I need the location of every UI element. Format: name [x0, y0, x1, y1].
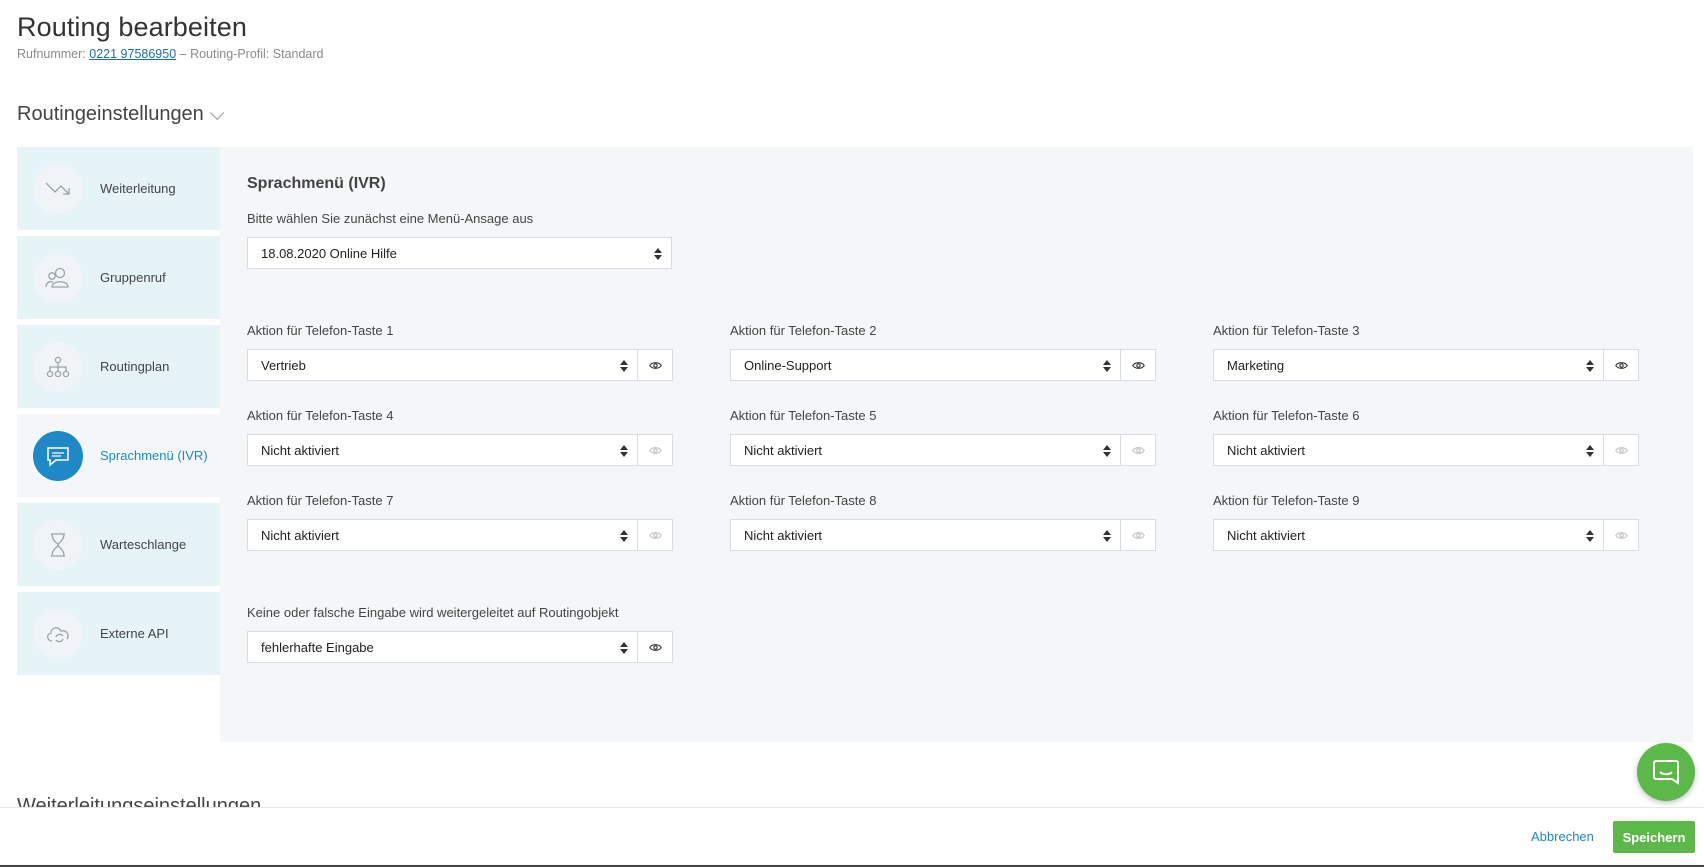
- sidebar-item-label: Externe API: [100, 626, 169, 641]
- announcement-select[interactable]: 18.08.2020 Online Hilfe: [247, 237, 672, 269]
- announcement-label: Bitte wählen Sie zunächst eine Menü-Ansa…: [247, 211, 534, 226]
- key-4-preview-button: [638, 434, 673, 466]
- page-title: Routing bearbeiten: [17, 12, 247, 42]
- routing-profile-text: – Routing-Profil: Standard: [179, 47, 324, 61]
- eye-icon: [648, 361, 662, 369]
- speech-bubble-icon: [33, 430, 83, 481]
- key-1-label: Aktion für Telefon-Taste 1: [247, 323, 394, 338]
- select-value: Nicht aktiviert: [261, 527, 340, 543]
- select-value: Vertrieb: [261, 357, 306, 373]
- eye-icon: [1614, 446, 1628, 454]
- action-footer: [0, 807, 1704, 867]
- page-subtitle: Rufnummer: 0221 97586950 – Routing-Profi…: [17, 47, 324, 61]
- key-7-preview-button: [638, 519, 673, 551]
- select-value: Nicht aktiviert: [1227, 527, 1306, 543]
- panel-title: Sprachmenü (IVR): [247, 175, 386, 192]
- sort-arrows-icon: [1103, 444, 1111, 458]
- hierarchy-icon: [33, 341, 83, 392]
- sidebar-item-gruppenruf[interactable]: Gruppenruf: [17, 236, 220, 319]
- select-value: Nicht aktiviert: [744, 527, 823, 543]
- key-8-select[interactable]: Nicht aktiviert: [730, 519, 1121, 551]
- sidebar-item-sprachmenue-ivr[interactable]: Sprachmenü (IVR): [17, 414, 220, 497]
- cloud-sync-icon: [33, 608, 83, 659]
- key-2-preview-button[interactable]: [1121, 349, 1156, 381]
- sort-arrows-icon: [620, 529, 628, 543]
- sidebar-item-label: Sprachmenü (IVR): [100, 448, 208, 463]
- save-button[interactable]: Speichern: [1613, 821, 1695, 853]
- select-value: Marketing: [1227, 357, 1285, 373]
- select-value: Nicht aktiviert: [744, 442, 823, 458]
- key-4-select[interactable]: Nicht aktiviert: [247, 434, 638, 466]
- hourglass-icon: [33, 519, 83, 570]
- phone-number-link[interactable]: 0221 97586950: [89, 47, 176, 61]
- ivr-settings-panel: Sprachmenü (IVR) Bitte wählen Sie zunäch…: [220, 147, 1693, 742]
- select-value: Nicht aktiviert: [261, 442, 340, 458]
- sort-arrows-icon: [1586, 359, 1594, 373]
- key-2-label: Aktion für Telefon-Taste 2: [730, 323, 877, 338]
- sort-arrows-icon: [654, 247, 662, 261]
- eye-icon: [648, 446, 662, 454]
- sidebar-item-label: Warteschlange: [100, 537, 187, 552]
- routing-type-sidebar: Weiterleitung Gruppenruf Routingplan Spr…: [17, 147, 220, 681]
- key-6-label: Aktion für Telefon-Taste 6: [1213, 408, 1360, 423]
- sidebar-item-routingplan[interactable]: Routingplan: [17, 325, 220, 408]
- forward-arrow-icon: [33, 163, 83, 214]
- sidebar-item-label: Routingplan: [100, 359, 170, 374]
- fallback-label: Keine oder falsche Eingabe wird weiterge…: [247, 605, 619, 620]
- key-7-select[interactable]: Nicht aktiviert: [247, 519, 638, 551]
- key-9-preview-button: [1604, 519, 1639, 551]
- eye-icon: [1614, 361, 1628, 369]
- key-5-label: Aktion für Telefon-Taste 5: [730, 408, 877, 423]
- chevron-down-icon: [209, 105, 225, 120]
- cancel-button[interactable]: Abbrechen: [1531, 829, 1594, 844]
- sort-arrows-icon: [620, 641, 628, 655]
- eye-icon: [1614, 531, 1628, 539]
- key-5-select[interactable]: Nicht aktiviert: [730, 434, 1121, 466]
- sidebar-item-weiterleitung[interactable]: Weiterleitung: [17, 147, 220, 230]
- fallback-select[interactable]: fehlerhafte Eingabe: [247, 631, 638, 663]
- select-value: fehlerhafte Eingabe: [261, 639, 374, 655]
- sort-arrows-icon: [1103, 359, 1111, 373]
- section-toggle-routing-settings[interactable]: Routingeinstellungen: [17, 103, 225, 126]
- section-title: Routingeinstellungen: [17, 103, 204, 125]
- key-6-preview-button: [1604, 434, 1639, 466]
- sidebar-item-label: Gruppenruf: [100, 270, 166, 285]
- key-2-select[interactable]: Online-Support: [730, 349, 1121, 381]
- phone-label: Rufnummer:: [17, 47, 86, 61]
- chat-icon: [1653, 760, 1679, 785]
- key-3-select[interactable]: Marketing: [1213, 349, 1604, 381]
- sort-arrows-icon: [620, 444, 628, 458]
- sort-arrows-icon: [1586, 444, 1594, 458]
- eye-icon: [648, 643, 662, 651]
- key-4-label: Aktion für Telefon-Taste 4: [247, 408, 394, 423]
- eye-icon: [1131, 531, 1145, 539]
- select-value: Nicht aktiviert: [1227, 442, 1306, 458]
- key-1-preview-button[interactable]: [638, 349, 673, 381]
- key-3-preview-button[interactable]: [1604, 349, 1639, 381]
- key-1-select[interactable]: Vertrieb: [247, 349, 638, 381]
- key-9-label: Aktion für Telefon-Taste 9: [1213, 493, 1360, 508]
- key-3-label: Aktion für Telefon-Taste 3: [1213, 323, 1360, 338]
- select-value: 18.08.2020 Online Hilfe: [261, 245, 397, 261]
- eye-icon: [1131, 361, 1145, 369]
- fallback-preview-button[interactable]: [638, 631, 673, 663]
- sidebar-item-externe-api[interactable]: Externe API: [17, 592, 220, 675]
- sidebar-item-label: Weiterleitung: [100, 181, 176, 196]
- key-5-preview-button: [1121, 434, 1156, 466]
- key-9-select[interactable]: Nicht aktiviert: [1213, 519, 1604, 551]
- sort-arrows-icon: [1586, 529, 1594, 543]
- key-6-select[interactable]: Nicht aktiviert: [1213, 434, 1604, 466]
- key-8-preview-button: [1121, 519, 1156, 551]
- select-value: Online-Support: [744, 357, 832, 373]
- key-8-label: Aktion für Telefon-Taste 8: [730, 493, 877, 508]
- key-7-label: Aktion für Telefon-Taste 7: [247, 493, 394, 508]
- chat-widget-button[interactable]: [1637, 743, 1695, 801]
- sort-arrows-icon: [1103, 529, 1111, 543]
- sort-arrows-icon: [620, 359, 628, 373]
- group-icon: [33, 252, 83, 303]
- eye-icon: [648, 531, 662, 539]
- sidebar-item-warteschlange[interactable]: Warteschlange: [17, 503, 220, 586]
- eye-icon: [1131, 446, 1145, 454]
